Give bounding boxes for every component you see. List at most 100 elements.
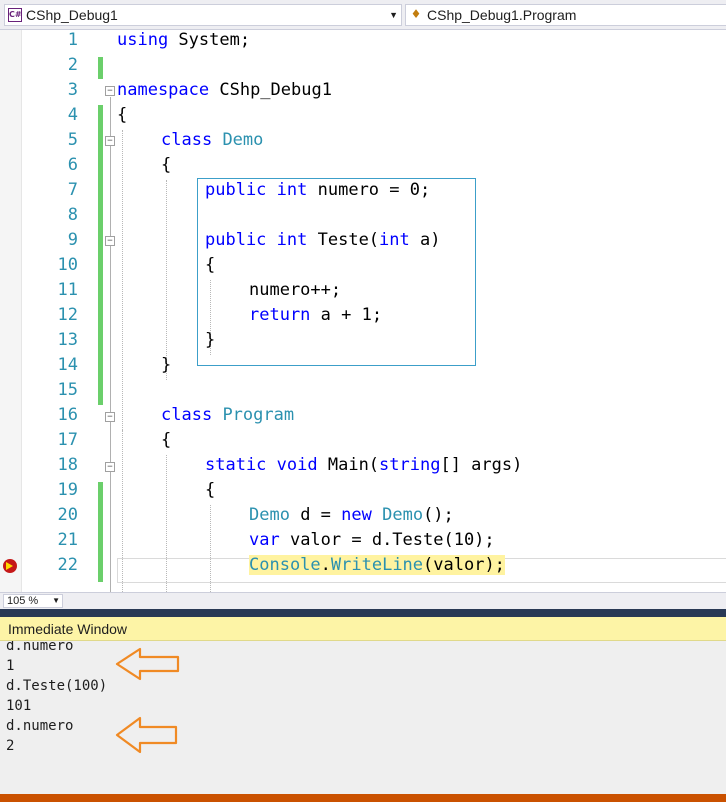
code-line-22[interactable]: Console.WriteLine(valor); xyxy=(249,553,505,578)
line-number: 20 xyxy=(57,505,78,525)
member-dropdown[interactable]: ♦ CShp_Debug1.Program xyxy=(405,4,726,26)
code-text: System; xyxy=(168,30,251,50)
code-line-20[interactable]: Demo d = new Demo(); xyxy=(249,503,454,528)
immediate-line: 101 xyxy=(6,698,32,714)
immediate-window-header[interactable]: Immediate Window xyxy=(0,617,726,641)
keyword: new xyxy=(341,505,372,525)
line-number: 15 xyxy=(57,380,78,400)
immediate-line: 1 xyxy=(6,658,15,674)
code-text: CShp_Debug1 xyxy=(209,80,332,100)
code-line-6[interactable]: { xyxy=(161,153,171,178)
code-line-21[interactable]: var valor = d.Teste(10); xyxy=(249,528,495,553)
code-line-1[interactable]: using System; xyxy=(117,30,250,53)
collapse-icon[interactable]: − xyxy=(105,236,115,246)
keyword: var xyxy=(249,530,280,550)
line-number: 6 xyxy=(67,155,78,175)
code-line-14[interactable]: } xyxy=(161,353,171,378)
navigation-bar: C# CShp_Debug1 ▼ ♦ CShp_Debug1.Program xyxy=(0,0,726,30)
change-indicator xyxy=(98,482,103,582)
line-number: 5 xyxy=(67,130,78,150)
code-line-4[interactable]: { xyxy=(117,103,127,128)
code-line-13[interactable]: } xyxy=(205,328,215,353)
keyword: int xyxy=(276,180,308,200)
keyword: return xyxy=(249,305,311,325)
line-number: 4 xyxy=(67,105,78,125)
code-text: Main( xyxy=(317,455,380,475)
line-number: 13 xyxy=(57,330,78,350)
chevron-down-icon[interactable]: ▼ xyxy=(52,595,60,607)
pane-splitter[interactable] xyxy=(0,609,726,617)
keyword: static xyxy=(205,455,267,475)
method-name: WriteLine xyxy=(330,555,424,575)
code-line-3[interactable]: namespace CShp_Debug1 xyxy=(117,78,332,103)
zoom-dropdown[interactable]: 105 % ▼ xyxy=(3,594,63,608)
project-name: CShp_Debug1 xyxy=(26,7,118,23)
project-dropdown[interactable]: C# CShp_Debug1 ▼ xyxy=(4,4,402,26)
keyword: public xyxy=(205,180,267,200)
code-line-18[interactable]: static void Main(string[] args) xyxy=(205,453,522,478)
immediate-window-title: Immediate Window xyxy=(8,621,128,637)
code-text: a) xyxy=(409,230,441,250)
code-text: . xyxy=(320,555,331,575)
demo-class-highlight-box xyxy=(197,178,476,366)
line-number: 11 xyxy=(57,280,78,300)
collapse-icon[interactable]: − xyxy=(105,462,115,472)
keyword: class xyxy=(161,405,213,425)
annotation-arrow-icon xyxy=(115,716,178,754)
code-text: valor = d.Teste(10); xyxy=(279,530,495,550)
immediate-window-body[interactable]: d.numero 1 d.Teste(100) 101 d.numero 2 xyxy=(0,641,726,794)
code-text: (); xyxy=(423,505,454,525)
change-indicator xyxy=(98,105,103,405)
line-number: 3 xyxy=(67,80,78,100)
code-text: [] args) xyxy=(440,455,523,475)
breakpoint-margin[interactable] xyxy=(0,30,22,592)
immediate-line: d.numero xyxy=(6,641,74,654)
line-number: 14 xyxy=(57,355,78,375)
code-text: d = xyxy=(289,505,342,525)
collapse-icon[interactable]: − xyxy=(105,412,115,422)
code-line-7[interactable]: public int numero = 0; xyxy=(205,178,430,203)
code-line-12[interactable]: return a + 1; xyxy=(249,303,382,328)
code-text: (valor); xyxy=(423,555,505,575)
line-number: 12 xyxy=(57,305,78,325)
immediate-line: d.Teste(100) xyxy=(6,678,108,694)
line-number: 17 xyxy=(57,430,78,450)
code-line-5[interactable]: class Demo xyxy=(161,128,263,153)
code-line-9[interactable]: public int Teste(int a) xyxy=(205,228,440,253)
line-number: 1 xyxy=(67,30,78,50)
line-number: 18 xyxy=(57,455,78,475)
code-text: Teste( xyxy=(307,230,380,250)
line-number: 2 xyxy=(67,55,78,75)
status-bar xyxy=(0,794,726,802)
collapse-icon[interactable]: − xyxy=(105,86,115,96)
type-name: Program xyxy=(222,405,295,425)
type-name: Console xyxy=(249,555,321,575)
code-line-19[interactable]: { xyxy=(205,478,215,503)
type-name: Demo xyxy=(249,505,290,525)
immediate-line: 2 xyxy=(6,738,15,754)
line-number: 9 xyxy=(67,230,78,250)
keyword: using xyxy=(117,30,169,50)
line-number: 7 xyxy=(67,180,78,200)
code-editor[interactable]: 1 2 3 4 5 6 7 8 9 10 11 12 13 14 15 16 1… xyxy=(0,30,726,592)
line-number: 10 xyxy=(57,255,78,275)
collapse-icon[interactable]: − xyxy=(105,136,115,146)
zoom-bar: 105 % ▼ xyxy=(0,592,726,609)
line-number: 21 xyxy=(57,530,78,550)
code-line-11[interactable]: numero++; xyxy=(249,278,341,303)
csharp-file-icon: C# xyxy=(8,8,22,22)
code-text: numero = 0; xyxy=(307,180,431,200)
keyword: class xyxy=(161,130,213,150)
code-line-17[interactable]: { xyxy=(161,428,171,453)
breakpoint-current-statement-icon[interactable] xyxy=(3,559,17,573)
code-text: a + 1; xyxy=(310,305,383,325)
chevron-down-icon[interactable]: ▼ xyxy=(389,5,398,25)
code-line-16[interactable]: class Program xyxy=(161,403,294,428)
indent-guide xyxy=(166,180,167,380)
code-line-10[interactable]: { xyxy=(205,253,215,278)
